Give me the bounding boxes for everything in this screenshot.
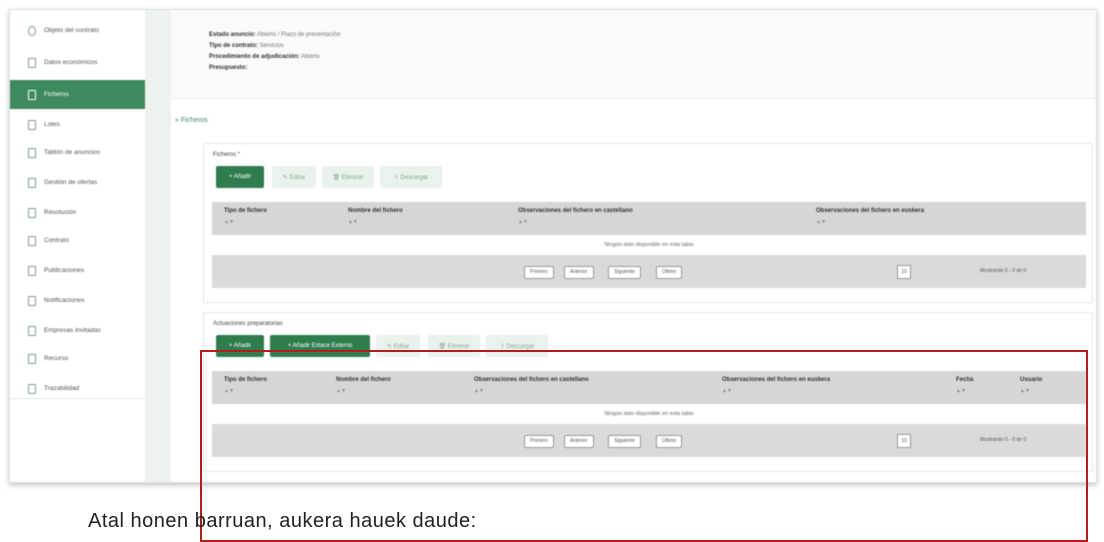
sidebar-item-label: Gestión de ofertas	[44, 179, 98, 186]
sort-icon[interactable]: ▲▼	[518, 219, 528, 225]
sort-icon[interactable]: ▲▼	[816, 219, 826, 225]
sidebar: Objeto del contrato Datos económicos Fic…	[10, 10, 145, 482]
ficheros-label: Ficheros *	[213, 152, 241, 158]
sidebar-item-label: Ficheros	[44, 91, 69, 98]
document-icon	[28, 89, 36, 100]
sidebar-item-label: Tablón de anuncios	[44, 149, 101, 156]
column-header[interactable]: Observaciones del fichero en euskera	[816, 208, 924, 214]
next-page-button[interactable]: Siguiente	[608, 266, 641, 279]
sidebar-divider	[10, 398, 145, 399]
sidebar-item-lotes[interactable]: Lotes	[10, 110, 145, 139]
edit-button[interactable]: ✎ Editar	[272, 166, 316, 188]
document-icon	[28, 177, 36, 188]
sidebar-gutter	[145, 10, 171, 482]
sidebar-item-label: Resolución	[44, 209, 77, 216]
contract-info: Estado anuncio: Abierto / Plazo de prese…	[171, 10, 1096, 99]
first-page-button[interactable]: Primero	[524, 266, 554, 279]
sidebar-item-label: Lotes	[44, 121, 60, 128]
download-button[interactable]: ⇩ Descargar	[380, 166, 442, 188]
actuaciones-label: Actuaciones preparatorias	[213, 321, 283, 327]
column-header[interactable]: Nombre del fichero	[348, 208, 403, 214]
sidebar-item-gestion-ofertas[interactable]: Gestión de ofertas	[10, 168, 145, 197]
sidebar-item-label: Empresas invitadas	[44, 327, 101, 334]
document-icon	[28, 325, 36, 336]
circle-icon	[28, 25, 36, 36]
pagination-info: Mostrando 0 - 0 de 0	[980, 268, 1027, 274]
column-header[interactable]: Tipo de fichero	[224, 208, 267, 214]
sidebar-item-label: Objeto del contrato	[44, 27, 99, 34]
document-icon	[28, 235, 36, 246]
document-icon	[28, 207, 36, 218]
delete-button[interactable]: 🗑 Eliminar	[322, 166, 374, 188]
document-icon	[28, 265, 36, 276]
table-header: Tipo de fichero ▲▼ Nombre del fichero ▲▼…	[212, 202, 1086, 235]
section-title[interactable]: » Ficheros	[175, 117, 208, 124]
page-size-select[interactable]: 10	[897, 265, 911, 279]
pagination-bar: Primero Anterior Siguiente Último 10 Mos…	[212, 255, 1086, 288]
sidebar-item-label: Recurso	[44, 355, 69, 362]
column-header[interactable]: Observaciones del fichero en castellano	[518, 208, 633, 214]
sidebar-item-notificaciones[interactable]: Notificaciones	[10, 286, 145, 315]
estado-anuncio: Estado anuncio: Abierto / Plazo de prese…	[209, 32, 341, 38]
document-icon	[28, 57, 36, 68]
sidebar-item-empresas-invitadas[interactable]: Empresas invitadas	[10, 316, 145, 345]
document-icon	[28, 383, 36, 394]
empty-table-message: Ningún dato disponible en esta tabla	[604, 242, 694, 248]
ficheros-card: Ficheros * + Añadir ✎ Editar 🗑 Eliminar …	[203, 143, 1093, 303]
sidebar-item-label: Notificaciones	[44, 297, 85, 304]
sidebar-item-contrato[interactable]: Contrato	[10, 226, 145, 255]
sidebar-item-objeto[interactable]: Objeto del contrato	[10, 16, 145, 45]
sidebar-item-tablon[interactable]: Tablón de anuncios	[10, 138, 145, 167]
last-page-button[interactable]: Último	[656, 266, 683, 279]
add-button[interactable]: + Añadir	[216, 166, 264, 188]
document-icon	[28, 119, 36, 130]
sidebar-item-publicaciones[interactable]: Publicaciones	[10, 256, 145, 285]
sidebar-item-label: Contrato	[44, 237, 69, 244]
tipo-contrato: Tipo de contrato: Servicios	[209, 43, 284, 49]
sort-icon[interactable]: ▲▼	[348, 219, 358, 225]
prev-page-button[interactable]: Anterior	[564, 266, 594, 279]
procedimiento: Procedimiento de adjudicación: Abierto	[209, 54, 321, 60]
sidebar-item-label: Trazabilidad	[44, 385, 80, 392]
sort-icon[interactable]: ▲▼	[224, 219, 234, 225]
sidebar-item-label: Publicaciones	[44, 267, 85, 274]
sidebar-item-label: Datos económicos	[44, 59, 98, 66]
document-icon	[28, 147, 36, 158]
document-icon	[28, 353, 36, 364]
document-icon	[28, 295, 36, 306]
sidebar-item-ficheros[interactable]: Ficheros	[10, 80, 145, 109]
presupuesto: Presupuesto:	[209, 65, 248, 71]
sidebar-item-datos-economicos[interactable]: Datos económicos	[10, 48, 145, 77]
sidebar-item-resolucion[interactable]: Resolución	[10, 198, 145, 227]
sidebar-item-recurso[interactable]: Recurso	[10, 344, 145, 373]
